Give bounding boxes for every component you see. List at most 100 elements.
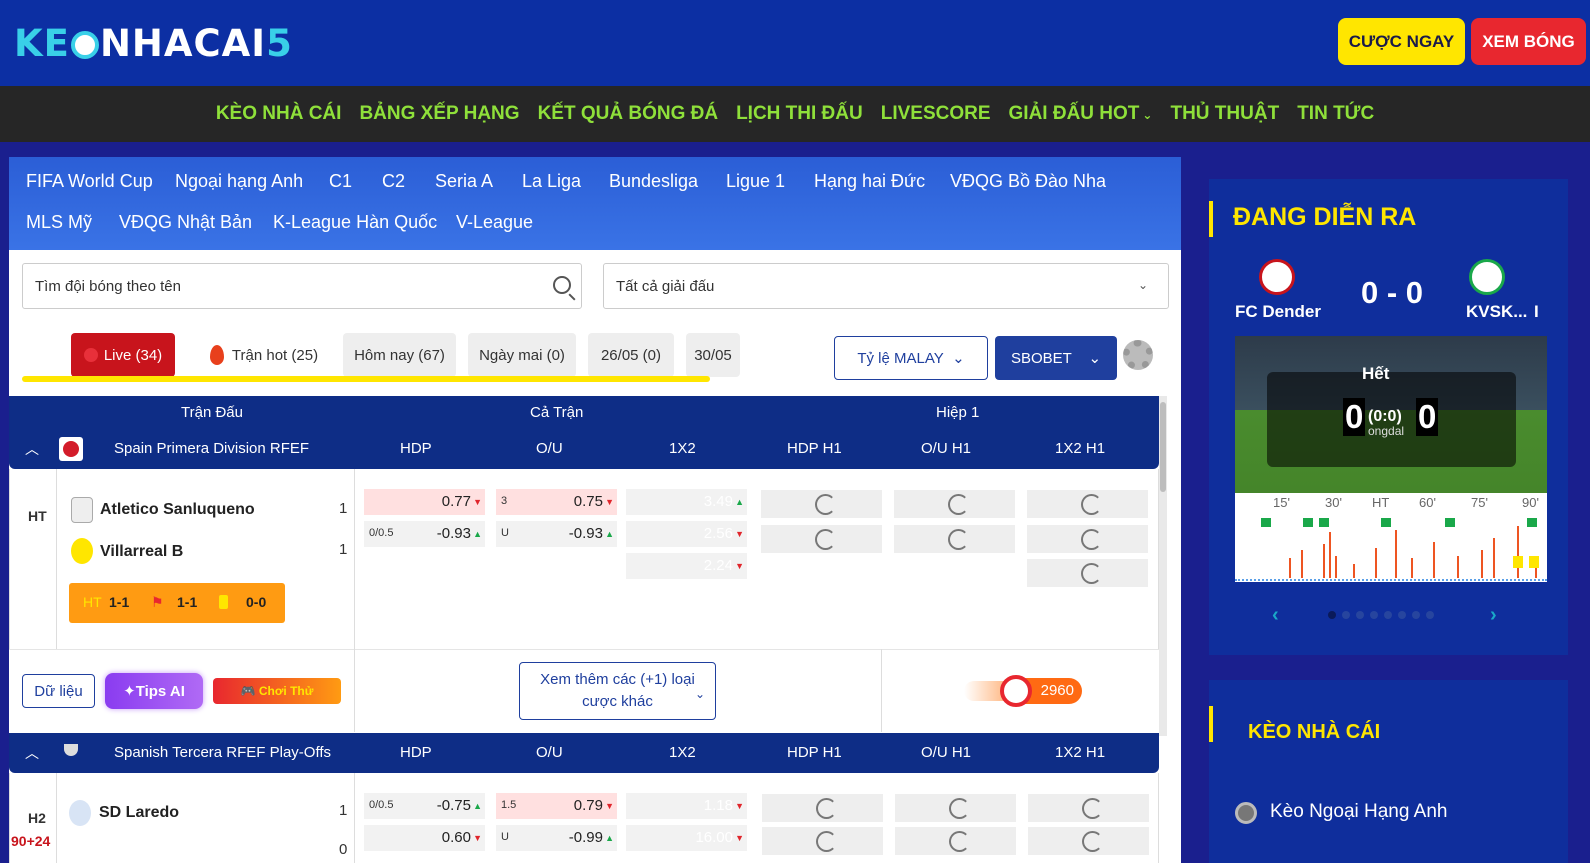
tab-scrollbar[interactable] [22,376,710,382]
league-link[interactable]: VĐQG Nhật Bản [119,212,252,233]
live-carousel-nav: ‹ › [1272,604,1502,627]
hot-counter[interactable]: 2960 [964,673,1084,709]
play-demo-button[interactable]: 🎮 Chơi Thử [213,678,341,704]
widget-title: ĐANG DIỄN RA [1233,203,1417,231]
odds-cell[interactable]: 1.18 ▼ [626,793,747,819]
league-link[interactable]: V-League [456,212,533,233]
team-logo [1259,259,1295,295]
odds-cell[interactable]: 0/0.5 -0.75 ▲ [364,793,485,819]
chevron-down-icon: ⌄ [1137,278,1148,292]
yellow-card-icon [1529,556,1539,568]
odds-cell[interactable]: 0.77 ▼ [364,489,485,515]
loading-icon [1027,525,1148,553]
odds-widget: KÈO NHÀ CÁI Kèo Ngoại Hạng Anh [1209,680,1568,863]
scrollbar[interactable] [1159,396,1167,736]
table-header: Trận Đấu Cả Trận Hiệp 1 [9,396,1159,429]
nav-item-lich[interactable]: LỊCH THI ĐẤU [736,103,863,125]
chevron-left-icon[interactable]: ‹ [1272,604,1279,627]
tab-date-1[interactable]: 26/05 (0) [588,333,674,377]
league-link[interactable]: La Liga [522,171,581,192]
gear-icon[interactable] [1123,340,1153,370]
loading-icon [894,525,1015,553]
odds-cell[interactable]: 2.24 ▼ [626,553,747,579]
chevron-right-icon[interactable]: › [1490,604,1497,627]
tournament-select[interactable]: Tất cả giải đấu ⌄ [603,263,1169,309]
tab-hot[interactable]: Trận hot (25) [199,333,329,377]
match-tracker[interactable]: Hết 0 (0:0) ongdal 0 15' 30' HT 60' 75' … [1235,336,1547,582]
league-link[interactable]: Hạng hai Đức [814,171,925,192]
live-score: 0 - 0 [1361,275,1424,310]
nav-item-tintuc[interactable]: TIN TỨC [1297,103,1374,125]
tab-tomorrow[interactable]: Ngày mai (0) [468,333,576,377]
match-stats-bar: HT 1-1 ⚑ 1-1 0-0 [69,583,285,623]
odds-cell[interactable]: 3.49 ▲ [626,489,747,515]
collapse-icon[interactable]: ︿ [25,439,39,459]
league-row[interactable]: ︿ Spanish Tercera RFEF Play-Offs HDP O/U… [9,733,1159,773]
chevron-down-icon: ⌄ [1142,108,1153,122]
chevron-down-icon: ⌄ [1088,350,1102,367]
league-link[interactable]: C1 [329,171,352,192]
league-link[interactable]: MLS Mỹ [26,212,92,233]
more-bets-button[interactable]: Xem thêm các (+1) loại cược khác ⌄ [519,662,716,720]
league-link[interactable]: Seria A [435,171,493,192]
nav-item-livescore[interactable]: LIVESCORE [881,103,991,125]
odds-cell[interactable]: 1.5 0.79 ▼ [496,793,617,819]
site-header: KE NHACAI5 CƯỢC NGAY XEM BÓNG [0,0,1590,86]
league-link[interactable]: Bundesliga [609,171,698,192]
corner-flag-icon: ⚑ [151,594,164,610]
odds-cell[interactable]: 0/0.5 -0.93 ▲ [364,521,485,547]
team-logo [71,538,93,564]
search-icon[interactable] [553,276,571,294]
team-logo [71,497,93,523]
odds-cell[interactable]: 3 0.75 ▼ [496,489,617,515]
football-icon [1235,802,1257,824]
league-row[interactable]: ︿ Spain Primera Division RFEF HDP O/U 1X… [9,429,1159,469]
collapse-icon[interactable]: ︿ [25,743,39,763]
bet-now-button[interactable]: CƯỢC NGAY [1338,18,1465,65]
nav-item-bxh[interactable]: BẢNG XẾP HẠNG [359,103,519,125]
site-logo[interactable]: KE NHACAI5 [14,22,293,65]
odds-cell[interactable]: 2.56 ▼ [626,521,747,547]
nav-item-hot[interactable]: GIẢI ĐẤU HOT ⌄ [1009,103,1153,125]
football-icon [1000,675,1032,707]
gamepad-icon: 🎮 [240,684,256,698]
odds-format-select[interactable]: Tỷ lệ MALAY ⌄ [834,336,988,380]
match-row[interactable]: H2 90+24 SD Laredo 1 0 0/0.5 -0.75 ▲ 0.60 ▼… [9,773,1159,863]
tab-date-2[interactable]: 30/05 [686,333,740,377]
league-link[interactable]: VĐQG Bồ Đào Nha [950,171,1106,192]
league-link[interactable]: FIFA World Cup [26,171,153,192]
tips-ai-button[interactable]: ✦ Tips AI [105,673,203,709]
league-link[interactable]: Ngoại hạng Anh [175,171,303,192]
loading-icon [761,490,882,518]
odds-cell[interactable]: U -0.93 ▲ [496,521,617,547]
nav-item-keo[interactable]: KÈO NHÀ CÁI [216,103,342,125]
odds-cell[interactable]: U -0.99 ▲ [496,825,617,851]
nav-item-ketqua[interactable]: KẾT QUẢ BÓNG ĐÁ [538,103,719,125]
league-link[interactable]: Ligue 1 [726,171,785,192]
loading-icon [1028,827,1149,855]
trophy-icon [59,741,83,765]
data-button[interactable]: Dữ liệu [22,674,95,708]
odds-cell[interactable]: 0.60 ▼ [364,825,485,851]
league-link[interactable]: C2 [382,171,405,192]
corner-flag-icon [1319,518,1329,527]
team-search-input[interactable]: Tìm đội bóng theo tên [22,263,582,309]
tab-live[interactable]: Live (34) [71,333,175,377]
odds-link[interactable]: Kèo Ngoại Hạng Anh [1270,801,1447,823]
match-timeline: 15' 30' HT 60' 75' 90' [1235,493,1547,582]
main-nav: KÈO NHÀ CÁI BẢNG XẾP HẠNG KẾT QUẢ BÓNG Đ… [0,86,1590,142]
league-link[interactable]: K-League Hàn Quốc [273,212,437,233]
tab-today[interactable]: Hôm nay (67) [343,333,456,377]
yellow-card-icon [1513,556,1523,568]
loading-icon [762,827,883,855]
watch-football-button[interactable]: XEM BÓNG [1471,18,1586,65]
football-icon [70,31,99,59]
corner-flag-icon [1527,518,1537,527]
live-dot-icon [83,348,98,362]
team-logo [1469,259,1505,295]
nav-item-thuthuat[interactable]: THỦ THUẬT [1170,103,1279,125]
bookmaker-select[interactable]: SBOBET ⌄ [995,336,1117,380]
chevron-double-down-icon: ⌄ [694,687,705,701]
odds-cell[interactable]: 16.00 ▼ [626,825,747,851]
loading-icon [1027,559,1148,587]
